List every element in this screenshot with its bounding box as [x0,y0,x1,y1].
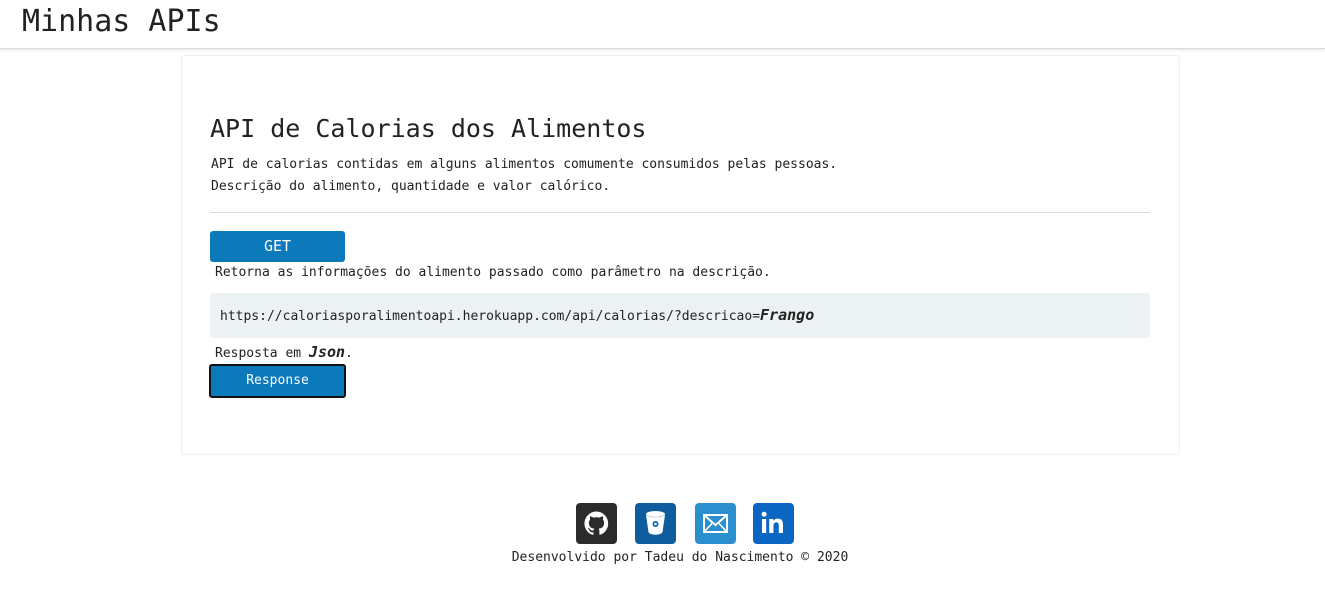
github-icon [584,511,609,535]
github-link[interactable] [576,503,617,544]
email-link[interactable] [695,503,736,544]
section-divider [210,212,1150,213]
response-prefix: Resposta em [215,346,309,361]
endpoint-description: Retorna as informações do alimento passa… [215,265,771,280]
response-button[interactable]: Response [209,364,346,398]
response-suffix: . [345,346,353,361]
endpoint-url-base: https://caloriasporalimentoapi.herokuapp… [220,309,761,324]
endpoint-param-example: Frango [760,306,815,324]
api-card: API de Calorias dos Alimentos API de cal… [181,55,1180,455]
api-description-line: API de calorias contidas em alguns alime… [211,157,838,172]
linkedin-link[interactable] [753,503,794,544]
social-links [576,503,796,545]
endpoint-url: https://caloriasporalimentoapi.herokuapp… [220,306,814,326]
site-title[interactable]: Minhas APIs [22,3,221,41]
endpoint-url-box: https://caloriasporalimentoapi.herokuapp… [210,293,1150,338]
linkedin-icon [761,511,783,533]
api-title: API de Calorias dos Alimentos [210,114,647,143]
response-format-note: Resposta em Json. [215,342,353,364]
api-description-line: Descrição do alimento, quantidade e valo… [211,179,611,194]
get-method-badge: GET [210,231,345,262]
footer-credit: Desenvolvido por Tadeu do Nascimento © 2… [511,550,849,565]
bitbucket-link[interactable] [635,503,676,544]
envelope-icon [703,514,728,533]
top-navbar: Minhas APIs [0,0,1325,49]
bitbucket-icon [646,511,665,535]
response-format: Json [308,343,346,361]
